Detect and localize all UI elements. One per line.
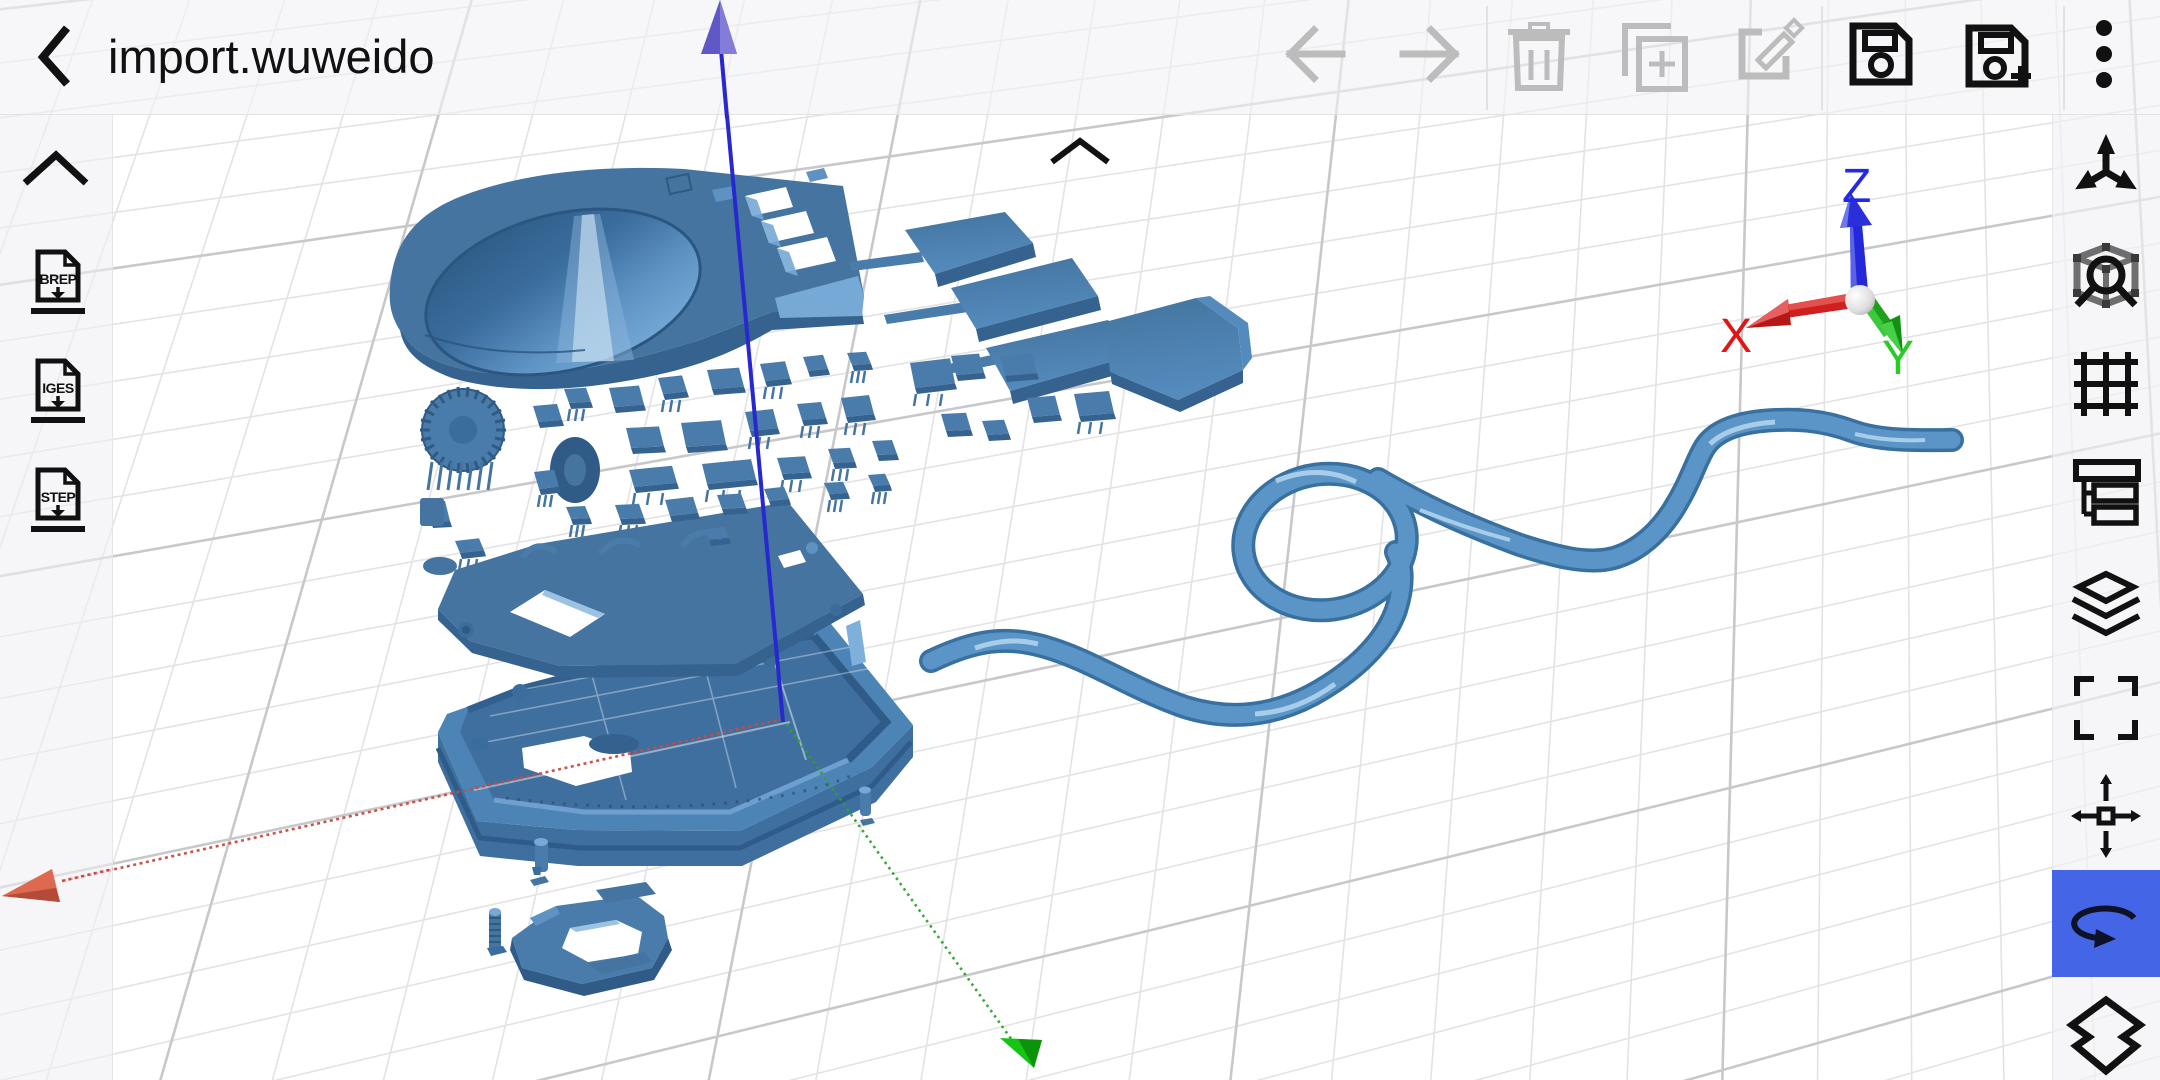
svg-text:import.wuweido: import.wuweido: [108, 30, 435, 83]
svg-text:STEP: STEP: [41, 489, 76, 505]
svg-text:IGES: IGES: [42, 380, 74, 396]
svg-text:BREP: BREP: [40, 271, 77, 287]
